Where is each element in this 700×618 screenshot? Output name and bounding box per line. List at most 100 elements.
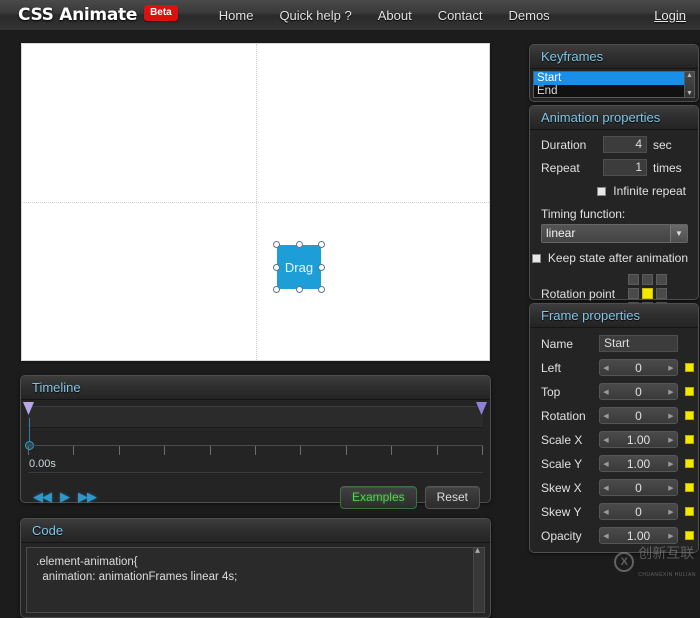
rotation-point-cell-2[interactable] [656, 274, 667, 285]
nav-link-home[interactable]: Home [206, 8, 267, 23]
timeline-ruler[interactable] [28, 445, 483, 458]
rotation-point-cell-3[interactable] [628, 288, 639, 299]
rotation-point-cell-1[interactable] [642, 274, 653, 285]
scroll-up-icon[interactable]: ▲ [686, 72, 693, 79]
keyframe-toggle-dot-4[interactable] [685, 459, 694, 468]
spinner-increment-icon[interactable]: ▶ [665, 508, 677, 516]
frame-spinner-6[interactable]: ◀0▶ [599, 503, 678, 520]
keyframe-list-item-start[interactable]: Start [534, 72, 694, 85]
resize-handle-e[interactable] [318, 264, 325, 271]
resize-handle-n[interactable] [296, 241, 303, 248]
frame-value-0: 0 [612, 361, 665, 375]
rotation-point-cell-0[interactable] [628, 274, 639, 285]
frame-name-input[interactable]: Start [599, 335, 678, 352]
timing-function-select[interactable]: linear ▼ [541, 224, 688, 243]
code-output-area[interactable]: .element-animation{ animation: animation… [26, 547, 485, 613]
reset-button[interactable]: Reset [425, 486, 480, 509]
resize-handle-ne[interactable] [318, 241, 325, 248]
keyframe-toggle-dot-1[interactable] [685, 387, 694, 396]
animation-properties-header: Animation properties [530, 106, 698, 130]
login-link[interactable]: Login [654, 8, 686, 23]
frame-value-7: 1.00 [612, 529, 665, 543]
spinner-increment-icon[interactable]: ▶ [665, 412, 677, 420]
frame-spinner-1[interactable]: ◀0▶ [599, 383, 678, 400]
nav-link-quick-help[interactable]: Quick help ? [266, 8, 364, 23]
resize-handle-se[interactable] [318, 286, 325, 293]
infinite-repeat-checkbox[interactable] [597, 187, 606, 196]
duration-input[interactable]: 4 [603, 136, 647, 153]
watermark-subtext: CHUANGXIN HULIAN [638, 572, 696, 578]
play-icon[interactable]: ▶ [60, 489, 69, 505]
timeline-action-buttons: Examples Reset [340, 486, 480, 509]
keep-state-checkbox[interactable] [532, 254, 541, 263]
spinner-increment-icon[interactable]: ▶ [665, 460, 677, 468]
frame-spinner-7[interactable]: ◀1.00▶ [599, 527, 678, 544]
spinner-increment-icon[interactable]: ▶ [665, 532, 677, 540]
keyframe-toggle-dot-2[interactable] [685, 411, 694, 420]
spinner-decrement-icon[interactable]: ◀ [600, 388, 612, 396]
keyframe-toggle-dot-3[interactable] [685, 435, 694, 444]
spinner-increment-icon[interactable]: ▶ [665, 484, 677, 492]
rewind-icon[interactable]: ◀◀ [33, 489, 51, 505]
frame-property-rows: Left◀0▶Top◀0▶Rotation◀0▶Scale X◀1.00▶Sca… [530, 359, 698, 544]
frame-row-scale-y: Scale Y◀1.00▶ [541, 455, 698, 472]
timing-function-label-row: Timing function: [541, 207, 698, 221]
spinner-decrement-icon[interactable]: ◀ [600, 412, 612, 420]
timeline-current-time: 0.00s [29, 458, 56, 470]
keyframes-listbox[interactable]: Start End ▲ ▼ [533, 71, 695, 98]
nav-link-contact[interactable]: Contact [425, 8, 496, 23]
repeat-input[interactable]: 1 [603, 159, 647, 176]
keyframe-toggle-dot-7[interactable] [685, 531, 694, 540]
nav-link-demos[interactable]: Demos [496, 8, 563, 23]
resize-handle-sw[interactable] [273, 286, 280, 293]
resize-handle-s[interactable] [296, 286, 303, 293]
frame-spinner-4[interactable]: ◀1.00▶ [599, 455, 678, 472]
timeline-tick [28, 446, 29, 455]
keyframe-list-item-end[interactable]: End [534, 85, 694, 98]
timeline-keyframe-track[interactable] [28, 406, 483, 428]
spinner-increment-icon[interactable]: ▶ [665, 388, 677, 396]
infinite-repeat-row: Infinite repeat [530, 184, 686, 198]
spinner-decrement-icon[interactable]: ◀ [600, 532, 612, 540]
frame-value-4: 1.00 [612, 457, 665, 471]
frame-value-3: 1.00 [612, 433, 665, 447]
keyframes-scrollbar[interactable]: ▲ ▼ [684, 72, 694, 97]
brand-logo: CSS Animate [18, 5, 137, 25]
spinner-decrement-icon[interactable]: ◀ [600, 508, 612, 516]
rotation-point-cell-4[interactable] [642, 288, 653, 299]
code-scrollbar[interactable] [473, 548, 484, 612]
frame-row-skew-x: Skew X◀0▶ [541, 479, 698, 496]
spinner-decrement-icon[interactable]: ◀ [600, 436, 612, 444]
frame-spinner-0[interactable]: ◀0▶ [599, 359, 678, 376]
keyframe-toggle-dot-5[interactable] [685, 483, 694, 492]
rotation-point-cell-5[interactable] [656, 288, 667, 299]
nav-link-about[interactable]: About [365, 8, 425, 23]
keyframe-toggle-dot-6[interactable] [685, 507, 694, 516]
scroll-down-icon[interactable]: ▼ [686, 90, 693, 97]
timing-function-label: Timing function: [541, 207, 625, 221]
spinner-decrement-icon[interactable]: ◀ [600, 460, 612, 468]
duration-label: Duration [541, 138, 603, 152]
draggable-animation-element[interactable]: Drag [277, 245, 321, 289]
chevron-down-icon[interactable]: ▼ [670, 225, 687, 242]
timeline-controls: ◀◀ ▶ ▶▶ Examples Reset [21, 482, 490, 512]
spinner-decrement-icon[interactable]: ◀ [600, 484, 612, 492]
fast-forward-icon[interactable]: ▶▶ [78, 489, 96, 505]
resize-handle-nw[interactable] [273, 241, 280, 248]
timeline-tick [119, 446, 120, 455]
frame-spinner-5[interactable]: ◀0▶ [599, 479, 678, 496]
frame-spinner-2[interactable]: ◀0▶ [599, 407, 678, 424]
frame-row-left: Left◀0▶ [541, 359, 698, 376]
resize-handle-w[interactable] [273, 264, 280, 271]
examples-button[interactable]: Examples [340, 486, 417, 509]
timeline-tick [300, 446, 301, 455]
keyframe-toggle-dot-0[interactable] [685, 363, 694, 372]
top-navigation-bar: CSS Animate Beta Home Quick help ? About… [0, 0, 700, 31]
spinner-decrement-icon[interactable]: ◀ [600, 364, 612, 372]
timeline-tick [73, 446, 74, 455]
code-panel: Code .element-animation{ animation: anim… [20, 518, 491, 618]
spinner-increment-icon[interactable]: ▶ [665, 436, 677, 444]
frame-spinner-3[interactable]: ◀1.00▶ [599, 431, 678, 448]
animation-stage[interactable]: Drag [21, 43, 490, 361]
spinner-increment-icon[interactable]: ▶ [665, 364, 677, 372]
